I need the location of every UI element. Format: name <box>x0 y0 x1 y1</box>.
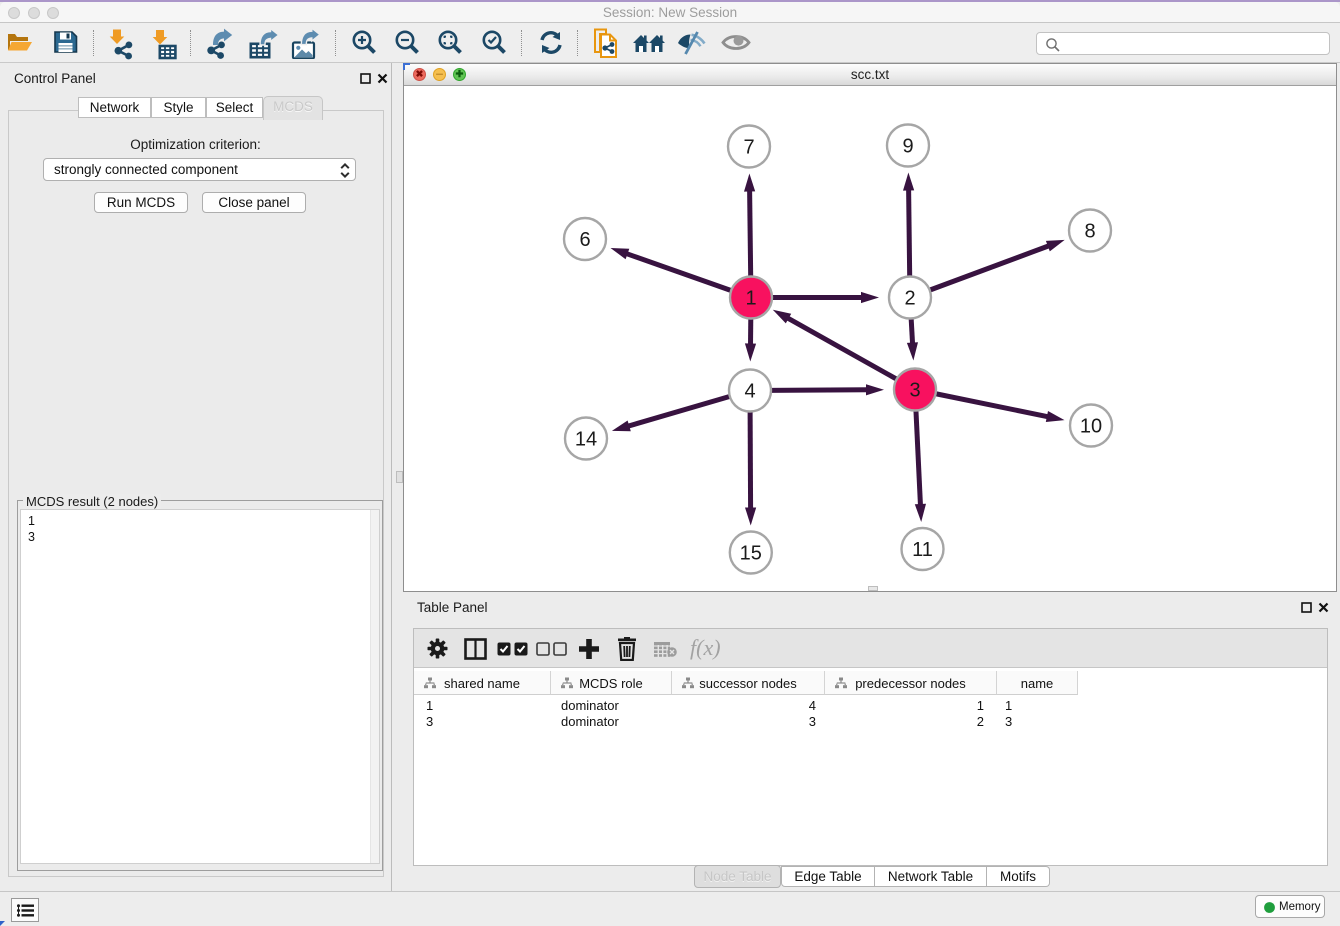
svg-text:11: 11 <box>912 539 933 561</box>
svg-text:6: 6 <box>579 229 590 251</box>
svg-text:4: 4 <box>744 381 755 403</box>
svg-text:1: 1 <box>745 288 756 310</box>
svg-text:10: 10 <box>1080 416 1102 438</box>
svg-text:15: 15 <box>740 543 762 565</box>
svg-text:2: 2 <box>904 288 915 310</box>
svg-text:8: 8 <box>1084 221 1095 243</box>
svg-text:9: 9 <box>902 136 913 158</box>
svg-text:14: 14 <box>575 429 597 451</box>
svg-text:3: 3 <box>909 380 920 402</box>
svg-text:7: 7 <box>743 137 754 159</box>
